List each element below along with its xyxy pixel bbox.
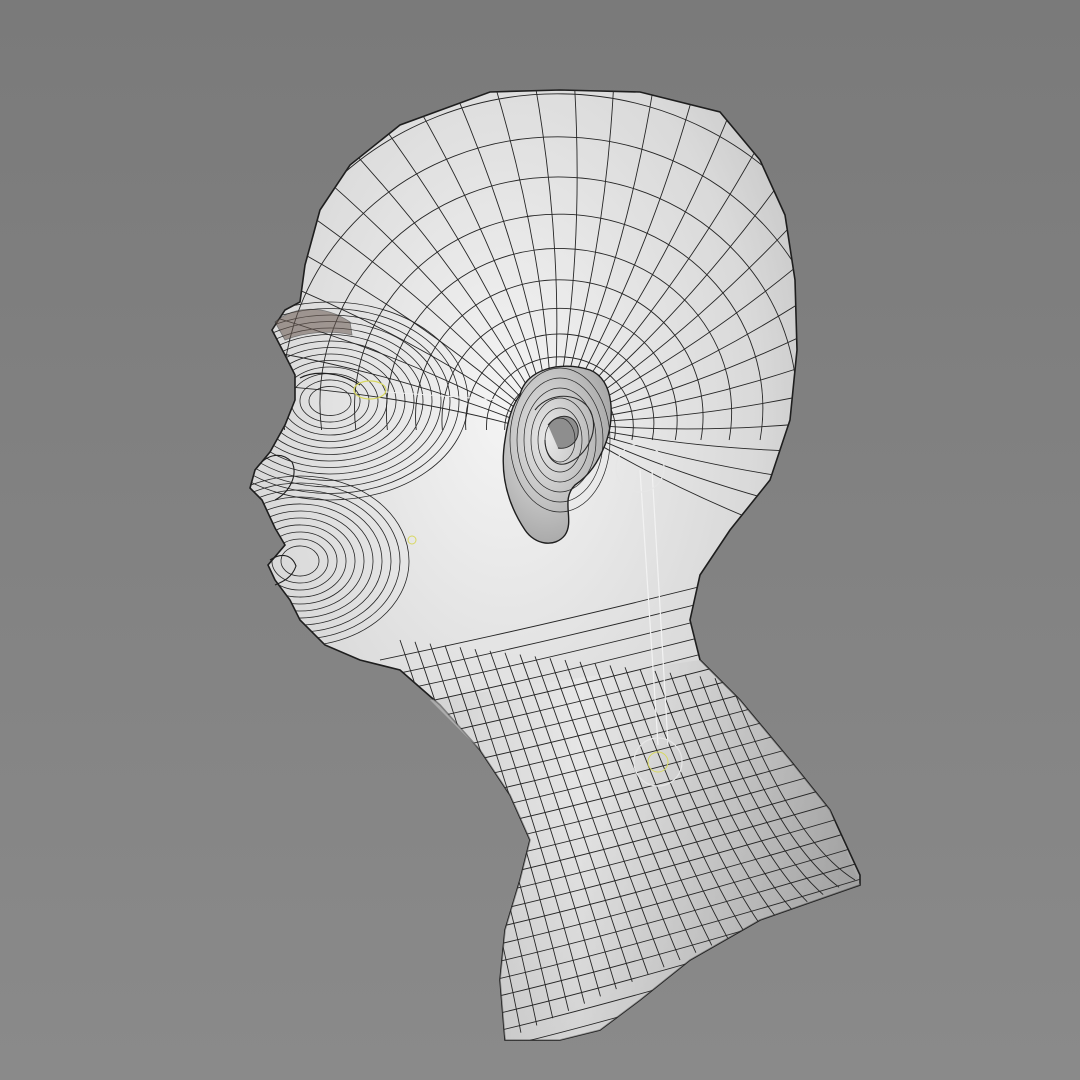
3d-viewport[interactable] [0, 0, 1080, 1080]
viewport-canvas[interactable] [0, 0, 1080, 1080]
